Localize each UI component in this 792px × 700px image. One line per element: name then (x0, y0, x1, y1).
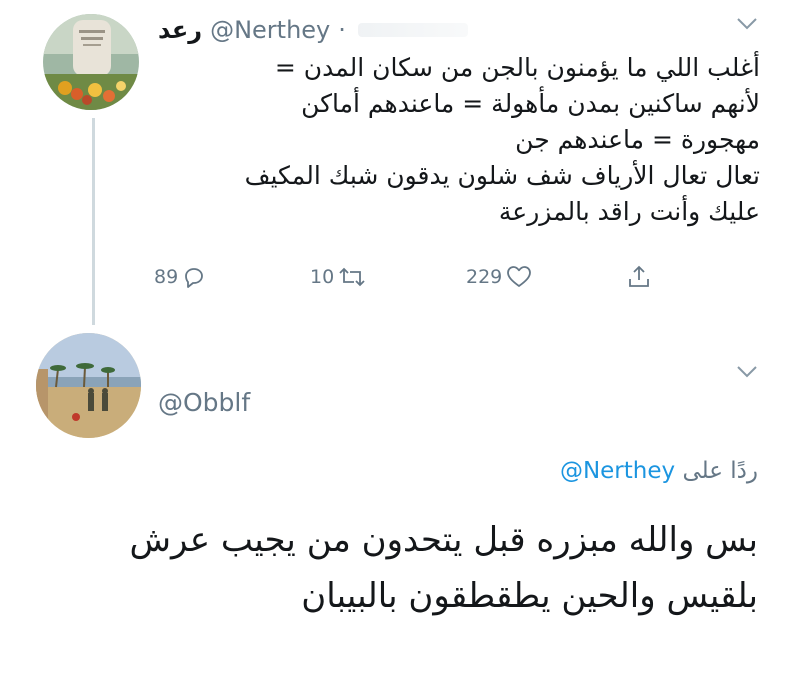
retweet-icon (339, 267, 365, 287)
tweet-line: أغلب اللي ما يؤمنون بالجن من سكان المدن … (274, 53, 760, 82)
reply-menu-button[interactable] (733, 362, 761, 382)
replying-to-line: ردًا على @Nerthey (560, 458, 758, 484)
timestamp-blurred (357, 23, 468, 37)
author-handle[interactable]: @Nerthey (210, 16, 330, 44)
reply-count: 89 (154, 266, 179, 288)
avatar[interactable] (43, 14, 139, 110)
header-separator: · (338, 16, 346, 44)
author-display-name[interactable]: رعد (158, 16, 202, 44)
like-count: 229 (466, 266, 503, 288)
share-button[interactable] (626, 262, 652, 292)
reply-text: بس والله مبزره قبل يتحدون من يجيب عرش بل… (38, 512, 758, 624)
tweet-line: مهجورة = ماعندهم جن (515, 125, 760, 154)
tweet-line: لأنهم ساكنين بمدن مأهولة = ماعندهم أماكن (301, 89, 760, 118)
retweet-count: 10 (310, 266, 335, 288)
heart-icon (507, 266, 532, 287)
reply-line: بس والله مبزره قبل يتحدون من يجيب عرش (129, 520, 758, 560)
avatar-image (43, 14, 139, 110)
reply-author-handle[interactable]: @Obblf (158, 388, 250, 417)
chevron-down-icon (737, 18, 757, 30)
tweet-text: أغلب اللي ما يؤمنون بالجن من سكان المدن … (150, 50, 760, 230)
reply-line: بلقيس والحين يطقطقون بالبيبان (301, 576, 758, 616)
replying-prefix: ردًا على (682, 458, 758, 484)
tweet-menu-button[interactable] (733, 14, 761, 34)
tweet-header: رعد @Nerthey · (158, 14, 468, 46)
like-button[interactable]: 229 (466, 262, 532, 292)
avatar[interactable] (36, 333, 141, 438)
reply-button[interactable]: 89 (154, 262, 206, 292)
thread-connector-line (92, 118, 95, 325)
avatar-image (36, 333, 141, 438)
chevron-down-icon (737, 366, 757, 378)
tweet-actions: 89 10 229 (150, 262, 710, 292)
retweet-button[interactable]: 10 (310, 262, 366, 292)
tweet-line: عليك وأنت راقد بالمزرعة (498, 197, 760, 226)
tweet-line: تعال تعال الأرياف شف شلون يدقون شبك المك… (244, 161, 760, 190)
reply-icon (185, 268, 204, 288)
replying-to-mention[interactable]: @Nerthey (560, 458, 675, 484)
share-icon (629, 265, 649, 287)
